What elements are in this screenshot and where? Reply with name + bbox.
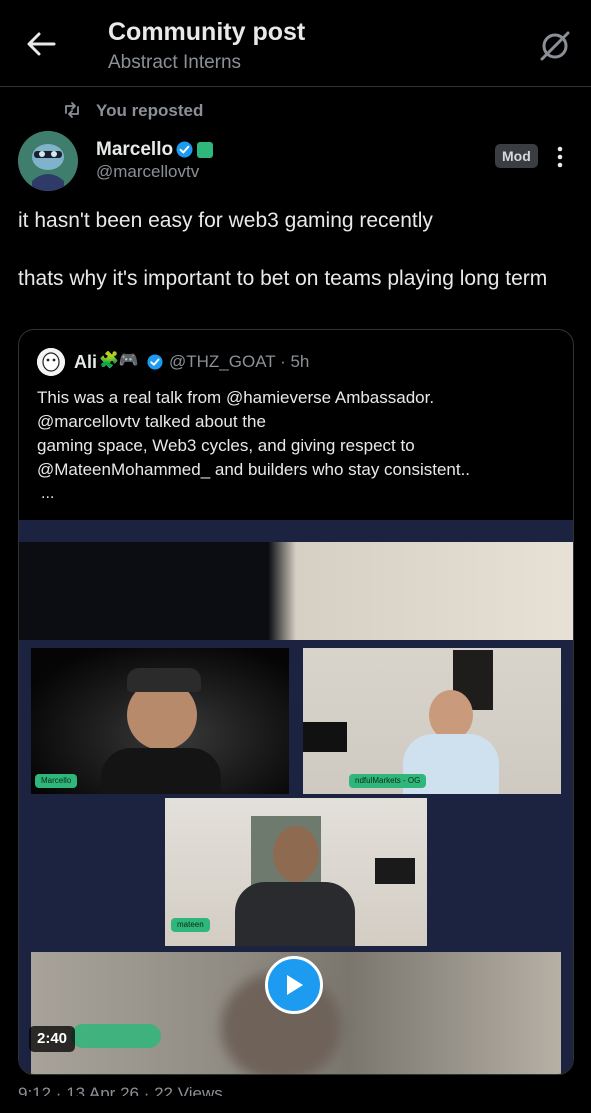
post-meta: 9:12 · 13 Apr 26 · 22 Views [18, 1084, 223, 1096]
post-text: it hasn't been easy for web3 gaming rece… [18, 209, 548, 290]
video-player[interactable]: Marcello ndfulMarkets - OG mateen 2:40 [19, 520, 573, 1074]
more-vertical-icon [557, 146, 563, 168]
video-frame-top [19, 542, 573, 640]
affiliate-badge-icon [197, 142, 213, 158]
author-name[interactable]: Marcello [96, 139, 173, 161]
video-nametag: ndfulMarkets - OG [349, 774, 427, 788]
quote-author-name[interactable]: Ali [74, 352, 97, 373]
play-button[interactable] [265, 956, 323, 1014]
quoted-post[interactable]: Ali 🧩🎮 @THZ_GOAT · 5h This was a real ta… [18, 329, 574, 1075]
quote-handle-time: @THZ_GOAT · 5h [169, 352, 310, 371]
avatar[interactable] [18, 131, 78, 191]
video-frame-guest [303, 648, 561, 794]
quote-author-emoji: 🧩🎮 [99, 352, 139, 369]
quote-avatar[interactable] [37, 348, 65, 376]
video-frame-marcello [31, 648, 289, 794]
share-button[interactable] [535, 26, 575, 66]
arrow-left-icon [27, 32, 56, 56]
verified-badge-icon [176, 141, 193, 158]
quote-more-indicator: ... [41, 485, 55, 502]
video-duration: 2:40 [29, 1026, 76, 1052]
quote-text: This was a real talk from @hamieverse Am… [37, 388, 471, 479]
repost-icon [62, 100, 82, 120]
page-title: Community post [108, 18, 306, 46]
author-handle[interactable]: @marcellovtv [96, 162, 199, 182]
video-nametag: Marcello [35, 774, 78, 788]
video-nametag: mateen [171, 918, 210, 932]
repost-label: You reposted [96, 101, 204, 120]
back-button[interactable] [22, 26, 60, 62]
mod-badge: Mod [495, 144, 538, 168]
community-name: Abstract Interns [108, 52, 242, 73]
more-options-button[interactable] [552, 145, 568, 169]
play-icon [287, 975, 303, 995]
share-icon [540, 31, 570, 61]
quote-verified-badge-icon [147, 354, 163, 370]
